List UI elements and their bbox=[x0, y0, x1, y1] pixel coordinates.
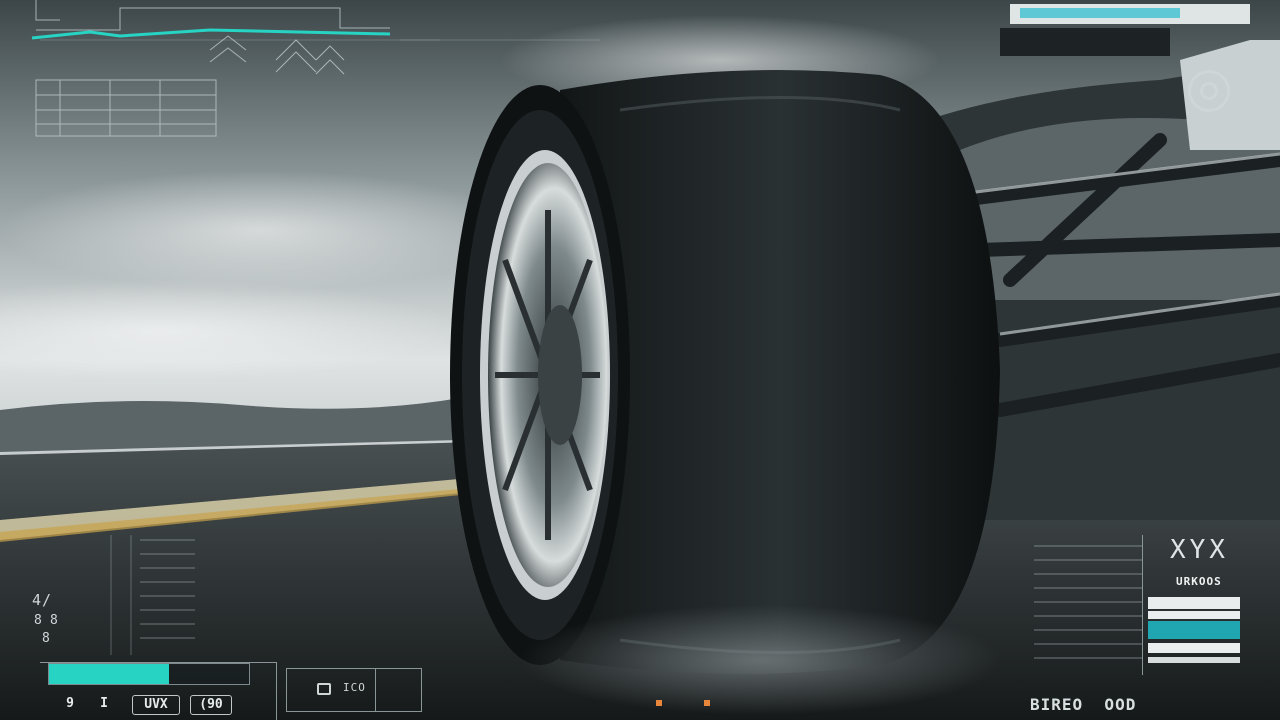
status-chip: (90 bbox=[190, 695, 232, 715]
faint-number-column bbox=[1034, 545, 1142, 665]
status-chip: 9 bbox=[66, 696, 74, 711]
hud-scene: 4/ 8 8 8 9 I UVX (90 ICO XYX URKOOS BIRE… bbox=[0, 0, 1280, 720]
panel-label: ICO bbox=[343, 681, 366, 694]
faint-number-column bbox=[140, 539, 195, 651]
glyph-label: 8 bbox=[50, 613, 59, 628]
progress-bar bbox=[48, 663, 250, 685]
divider bbox=[1142, 535, 1143, 675]
progress-bar-fill bbox=[49, 664, 169, 684]
panel-footer: BIREO OOD bbox=[1030, 695, 1137, 714]
faint-number-column bbox=[130, 535, 132, 655]
bottom-right-panel: XYX URKOOS BIREO OOD bbox=[1030, 535, 1280, 720]
striped-status-block bbox=[1148, 597, 1240, 667]
marker bbox=[704, 700, 710, 706]
stripe-accent bbox=[1148, 621, 1240, 639]
marker bbox=[656, 700, 662, 706]
panel-title: URKOOS bbox=[1176, 575, 1222, 588]
stripe bbox=[1148, 611, 1240, 619]
stripe bbox=[1148, 643, 1240, 653]
stripe bbox=[1148, 657, 1240, 663]
glyph-label: 8 bbox=[34, 613, 43, 628]
stripe bbox=[1148, 597, 1240, 609]
status-chip: UVX bbox=[132, 695, 180, 715]
square-icon bbox=[317, 683, 331, 695]
glyph-label: 4/ bbox=[32, 591, 53, 609]
bottom-center-panel: ICO bbox=[286, 668, 422, 712]
glyph-label: 8 bbox=[42, 631, 51, 646]
target-ring-icon bbox=[1188, 70, 1230, 112]
status-chip: I bbox=[100, 696, 108, 711]
divider bbox=[375, 669, 376, 711]
left-telemetry-readout: 4/ 8 8 8 bbox=[30, 535, 230, 660]
bottom-left-panel: 9 I UVX (90 bbox=[40, 662, 277, 720]
header-glyph: XYX bbox=[1170, 535, 1229, 565]
faint-number-column bbox=[110, 535, 112, 655]
